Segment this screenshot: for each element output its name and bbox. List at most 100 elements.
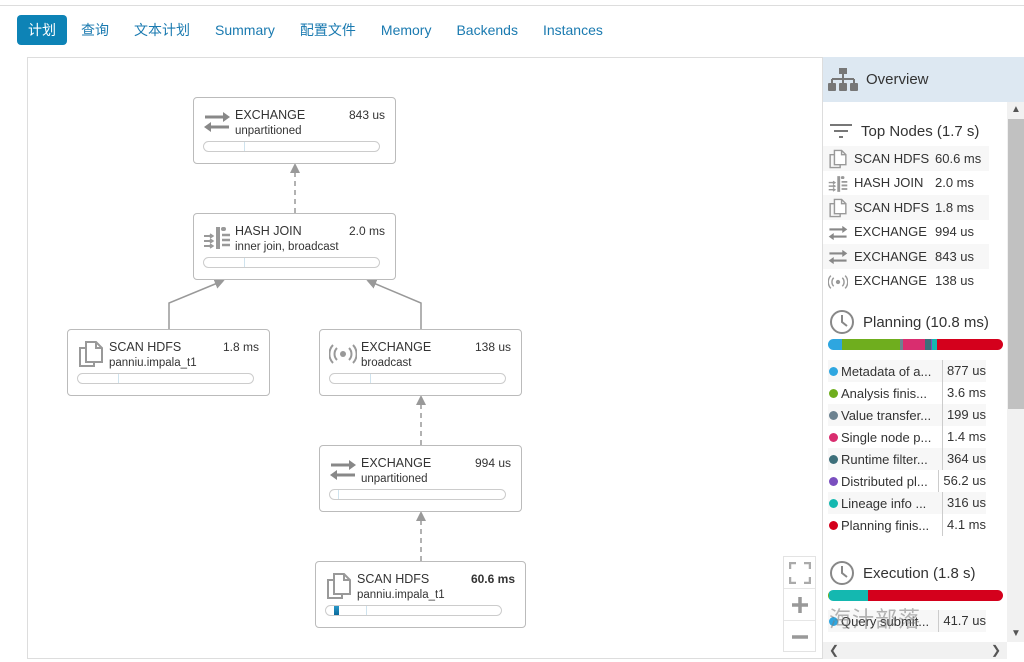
broadcast-icon [827,272,849,290]
top-node-time: 994 us [935,224,975,240]
plan-node-exchange-broadcast[interactable]: EXCHANGE broadcast 138 us [319,329,522,396]
clock-icon [830,561,854,585]
exchange-icon [828,247,848,265]
event-color-dot [829,432,838,442]
timeline-event-row[interactable]: Planning finis... 4.1 ms [828,514,986,536]
timeline-event-row[interactable]: Metadata of a... 877 us [828,360,986,382]
event-color-dot [829,454,838,464]
node-progress-bar [325,605,502,616]
planning-segment[interactable] [828,339,843,350]
top-node-item[interactable]: HASH JOIN 2.0 ms [823,171,989,196]
planning-header: Planning (10.8 ms) [823,307,1006,337]
event-label: Runtime filter... [841,451,928,467]
timeline-event-row[interactable]: Lineage info ... 316 us [828,492,986,514]
timeline-event-row[interactable]: Runtime filter... 364 us [828,448,986,470]
top-node-item[interactable]: EXCHANGE 843 us [823,244,989,269]
hierarchy-icon [828,67,858,91]
execution-segment[interactable] [868,590,1003,601]
top-node-time: 1.8 ms [935,199,975,215]
tab-text-plan[interactable]: 文本计划 [123,15,201,45]
event-time: 4.1 ms [941,514,986,536]
zoom-in-button[interactable] [784,589,815,621]
top-node-time: 138 us [935,273,975,289]
broadcast-icon [328,340,358,368]
top-node-name: SCAN HDFS [854,150,930,166]
top-node-item[interactable]: SCAN HDFS 1.8 ms [823,195,989,220]
node-name: HASH JOIN [235,224,302,238]
planning-segment[interactable] [842,339,900,350]
plan-node-hash-join[interactable]: HASH JOIN inner join, broadcast 2.0 ms [193,213,396,280]
node-name: SCAN HDFS [357,572,430,586]
timeline-event-row[interactable]: Query submit... 41.7 us [828,610,986,632]
plan-node-exchange-unpartitioned-mid[interactable]: EXCHANGE unpartitioned 994 us [319,445,522,512]
progress-tick [244,258,245,267]
tab-profile[interactable]: 配置文件 [289,15,367,45]
planning-segment[interactable] [902,339,926,350]
top-nodes-title: Top Nodes (1.7 s) [861,122,980,140]
top-node-name: EXCHANGE [854,273,927,289]
top-node-name: SCAN HDFS [854,199,930,215]
sidebar-horizontal-scrollbar[interactable]: ❮ ❯ [823,642,1007,659]
exchange-icon [329,456,357,484]
node-detail: unpartitioned [361,473,428,485]
top-node-time: 843 us [935,248,975,264]
hash-join-icon [828,174,848,192]
scrollbar-thumb[interactable] [1008,119,1024,409]
fit-to-screen-button[interactable] [784,557,815,589]
node-name: SCAN HDFS [109,340,182,354]
scan-hdfs-icon [325,572,353,600]
scroll-left-arrow-icon[interactable]: ❮ [829,642,839,659]
event-label: Query submit... [841,613,930,629]
scroll-up-arrow-icon[interactable]: ▲ [1007,102,1024,118]
node-name: EXCHANGE [235,108,306,122]
top-node-item[interactable]: SCAN HDFS 60.6 ms [823,146,989,171]
tab-plan[interactable]: 计划 [17,15,67,45]
top-node-time: 2.0 ms [935,175,975,191]
node-time: 2.0 ms [348,224,385,238]
execution-events-list: Query submit... 41.7 us [828,610,986,632]
tab-backends[interactable]: Backends [445,15,528,45]
node-time: 60.6 ms [470,572,515,586]
event-time: 56.2 us [938,470,986,492]
plan-node-scan-hdfs-left[interactable]: SCAN HDFS panniu.impala_t1 1.8 ms [67,329,270,396]
execution-segment[interactable] [828,590,869,601]
event-color-dot [829,388,838,398]
plus-icon [791,596,808,613]
tab-query[interactable]: 查询 [70,15,120,45]
plan-node-scan-hdfs-bottom[interactable]: SCAN HDFS panniu.impala_t1 60.6 ms [315,561,526,628]
planning-segment[interactable] [937,339,1003,350]
timeline-event-row[interactable]: Single node p... 1.4 ms [828,426,986,448]
node-detail: broadcast [361,357,412,369]
node-detail: unpartitioned [235,125,302,137]
timeline-event-row[interactable]: Distributed pl... 56.2 us [828,470,986,492]
node-progress-bar [203,141,380,152]
tab-instances[interactable]: Instances [532,15,614,45]
sidebar-vertical-scrollbar[interactable]: ▲ ▼ [1007,102,1024,642]
zoom-out-button[interactable] [784,621,815,653]
top-node-item[interactable]: EXCHANGE 994 us [823,220,989,245]
scan-hdfs-icon [828,149,848,169]
node-progress-bar [329,489,506,500]
progress-tick [338,490,339,499]
scroll-down-arrow-icon[interactable]: ▼ [1007,626,1024,642]
timeline-event-row[interactable]: Analysis finis... 3.6 ms [828,382,986,404]
top-node-name: EXCHANGE [854,248,927,264]
top-node-item[interactable]: EXCHANGE 138 us [823,269,989,294]
event-time: 199 us [941,404,986,426]
event-time: 41.7 us [938,610,986,632]
top-nodes-list: SCAN HDFS 60.6 ms HASH JOIN 2.0 ms SCAN HDFS… [823,146,1006,293]
scroll-right-arrow-icon[interactable]: ❯ [991,642,1001,659]
node-detail: inner join, broadcast [235,241,339,253]
event-time: 1.4 ms [941,426,986,448]
plan-node-exchange-unpartitioned-top[interactable]: EXCHANGE unpartitioned 843 us [193,97,396,164]
event-time: 3.6 ms [941,382,986,404]
timeline-event-row[interactable]: Value transfer... 199 us [828,404,986,426]
exchange-icon [203,108,231,136]
zoom-controls [783,556,816,652]
event-color-dot [829,476,838,486]
node-time: 994 us [474,456,511,470]
tab-memory[interactable]: Memory [370,15,443,45]
fullscreen-icon [788,561,811,584]
top-node-name: EXCHANGE [854,224,927,240]
tab-summary[interactable]: Summary [204,15,286,45]
